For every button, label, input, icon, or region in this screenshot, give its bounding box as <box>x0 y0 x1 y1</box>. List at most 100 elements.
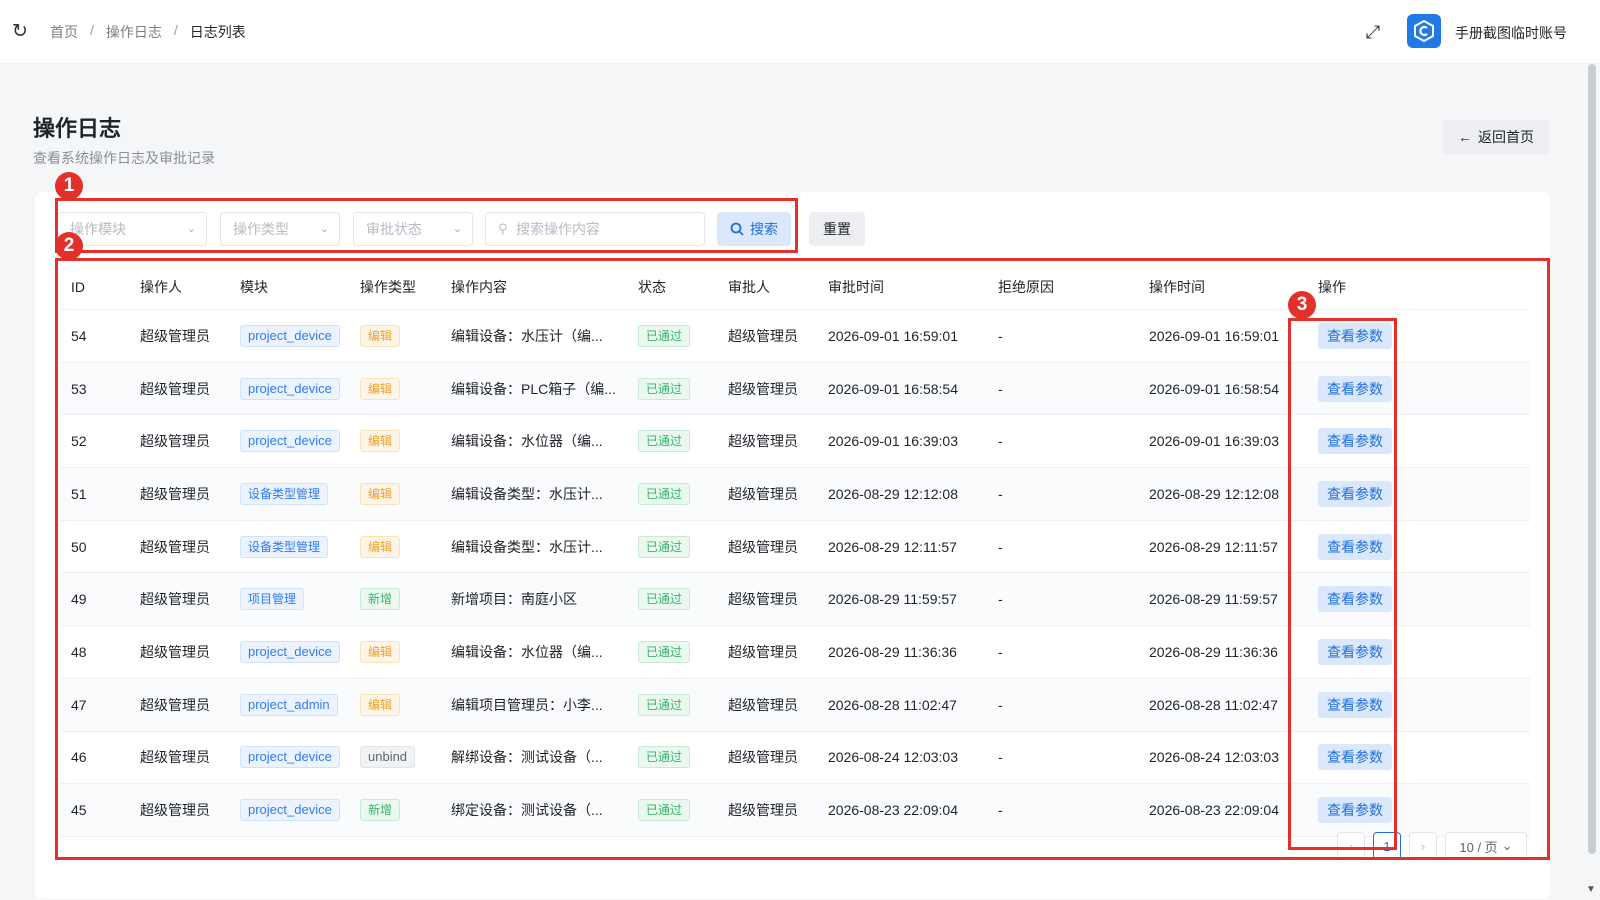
module-select-placeholder: 操作模块 <box>70 221 126 237</box>
log-table: ID 操作人 模块 操作类型 操作内容 状态 审批人 审批时间 拒绝原因 操作时… <box>60 264 1530 837</box>
view-params-button[interactable]: 查看参数 <box>1318 428 1392 455</box>
view-params-button[interactable]: 查看参数 <box>1318 744 1392 771</box>
row-module-cell: project_device <box>240 784 358 836</box>
back-home-label: 返回首页 <box>1478 129 1534 145</box>
row-operation-time: 2026-09-01 16:59:01 <box>1149 327 1279 344</box>
row-status-cell: 已通过 <box>638 732 728 784</box>
table-row: 53 超级管理员 project_device 编辑 编辑设备：PLC箱子（编... 已通… <box>60 362 1530 416</box>
arrow-left-icon: ← <box>1458 129 1472 145</box>
row-operator: 超级管理员 <box>140 485 210 502</box>
row-status-cell: 已通过 <box>638 521 728 573</box>
row-approve-time: 2026-08-23 22:09:04 <box>828 802 958 819</box>
row-type-cell: unbind <box>360 732 450 784</box>
row-content: 编辑项目管理员：小李... <box>451 696 603 713</box>
row-operator: 超级管理员 <box>140 696 210 713</box>
row-operator: 超级管理员 <box>140 643 210 660</box>
pagination-page-button[interactable]: 1 <box>1373 832 1401 860</box>
row-approve-time: 2026-09-01 16:39:03 <box>828 433 958 450</box>
type-select[interactable]: 操作类型 ⌄ <box>220 212 340 246</box>
view-params-button[interactable]: 查看参数 <box>1318 638 1392 665</box>
breadcrumb-current: 日志列表 <box>189 24 246 40</box>
row-content: 新增项目：南庭小区 <box>451 591 577 608</box>
operation-type-tag: 新增 <box>360 588 401 611</box>
chevron-down-icon: ⌄ <box>1501 838 1513 853</box>
row-id: 53 <box>71 380 87 397</box>
column-header: 操作类型 <box>360 278 416 295</box>
row-operator: 超级管理员 <box>140 433 210 450</box>
column-header: 操作时间 <box>1149 278 1205 295</box>
page-subtitle: 查看系统操作日志及审批记录 <box>33 150 215 166</box>
row-id: 46 <box>71 749 87 766</box>
status-badge: 已通过 <box>638 324 691 347</box>
row-module-cell: 设备类型管理 <box>240 468 358 520</box>
row-type-cell: 编辑 <box>360 310 450 362</box>
row-status-cell: 已通过 <box>638 626 728 678</box>
row-reject-reason: - <box>998 643 1003 660</box>
row-status-cell: 已通过 <box>638 573 728 625</box>
column-header: 模块 <box>240 278 268 295</box>
view-params-button[interactable]: 查看参数 <box>1318 375 1392 402</box>
row-type-cell: 编辑 <box>360 468 450 520</box>
row-status-cell: 已通过 <box>638 784 728 836</box>
row-module-cell: project_device <box>240 732 358 784</box>
pagination-prev-button[interactable]: ‹ <box>1337 832 1365 860</box>
row-approve-time: 2026-08-28 11:02:47 <box>828 696 957 713</box>
search-button[interactable]: 搜索 <box>717 212 791 246</box>
table-row: 52 超级管理员 project_device 编辑 编辑设备：水位器（编... 已通过 超… <box>60 415 1530 469</box>
status-badge: 已通过 <box>638 430 691 453</box>
operation-type-tag: 编辑 <box>360 482 401 505</box>
breadcrumb-operation-log[interactable]: 操作日志 <box>106 22 162 42</box>
pagination-next-button[interactable]: › <box>1409 832 1437 860</box>
table-row: 46 超级管理员 project_device unbind 解绑设备：测试设备（...… <box>60 732 1530 785</box>
row-type-cell: 新增 <box>360 573 450 625</box>
row-action-cell: 查看参数 <box>1318 679 1418 731</box>
row-operation-time: 2026-08-29 11:59:57 <box>1149 591 1278 608</box>
row-id: 54 <box>71 327 87 344</box>
breadcrumb-home[interactable]: 首页 <box>50 22 78 42</box>
view-params-button[interactable]: 查看参数 <box>1318 691 1392 718</box>
view-params-button[interactable]: 查看参数 <box>1318 586 1392 613</box>
status-select[interactable]: 审批状态 ⌄ <box>353 212 473 246</box>
row-status-cell: 已通过 <box>638 310 728 362</box>
page-size-select[interactable]: 10 / 页 ⌄ <box>1445 832 1527 860</box>
row-module-cell: project_device <box>240 626 358 678</box>
row-operation-time: 2026-08-29 11:36:36 <box>1149 643 1278 660</box>
username[interactable]: 手册截图临时账号 <box>1455 23 1567 43</box>
fullscreen-icon[interactable]: ⤢ <box>1363 22 1383 42</box>
row-approve-time: 2026-08-29 11:36:36 <box>828 643 957 660</box>
operation-type-tag: 新增 <box>360 799 401 822</box>
row-operator: 超级管理员 <box>140 538 210 555</box>
column-header: 状态 <box>638 278 666 295</box>
avatar[interactable] <box>1407 14 1441 48</box>
row-operator: 超级管理员 <box>140 591 210 608</box>
row-action-cell: 查看参数 <box>1318 363 1418 415</box>
row-approver: 超级管理员 <box>728 591 798 608</box>
column-header: 审批人 <box>728 278 770 295</box>
annotation-marker-1: 1 <box>55 172 83 200</box>
refresh-icon[interactable]: ↻ <box>12 22 32 42</box>
row-content: 编辑设备：PLC箱子（编... <box>451 380 616 397</box>
view-params-button[interactable]: 查看参数 <box>1318 480 1392 507</box>
view-params-button[interactable]: 查看参数 <box>1318 322 1392 349</box>
view-params-button[interactable]: 查看参数 <box>1318 797 1392 824</box>
reset-button[interactable]: 重置 <box>809 212 865 246</box>
module-tag: project_device <box>240 430 340 453</box>
table-row: 54 超级管理员 project_device 编辑 编辑设备：水压计（编... 已通过 超… <box>60 310 1530 363</box>
row-operation-time: 2026-08-29 12:11:57 <box>1149 538 1278 555</box>
module-tag: 设备类型管理 <box>240 482 329 505</box>
vertical-scrollbar[interactable] <box>1588 64 1596 854</box>
column-header: 操作 <box>1318 278 1346 295</box>
view-params-button[interactable]: 查看参数 <box>1318 533 1392 560</box>
row-operator: 超级管理员 <box>140 380 210 397</box>
search-input[interactable]: ⚲ 搜索操作内容 <box>485 212 705 246</box>
status-badge: 已通过 <box>638 799 691 822</box>
search-button-label: 搜索 <box>750 221 778 237</box>
row-reject-reason: - <box>998 433 1003 450</box>
back-home-button[interactable]: ← 返回首页 <box>1442 120 1550 154</box>
row-approver: 超级管理员 <box>728 802 798 819</box>
row-action-cell: 查看参数 <box>1318 626 1418 678</box>
row-status-cell: 已通过 <box>638 468 728 520</box>
row-approver: 超级管理员 <box>728 433 798 450</box>
scroll-down-arrow-icon[interactable]: ▼ <box>1586 884 1596 895</box>
row-module-cell: project_device <box>240 310 358 362</box>
